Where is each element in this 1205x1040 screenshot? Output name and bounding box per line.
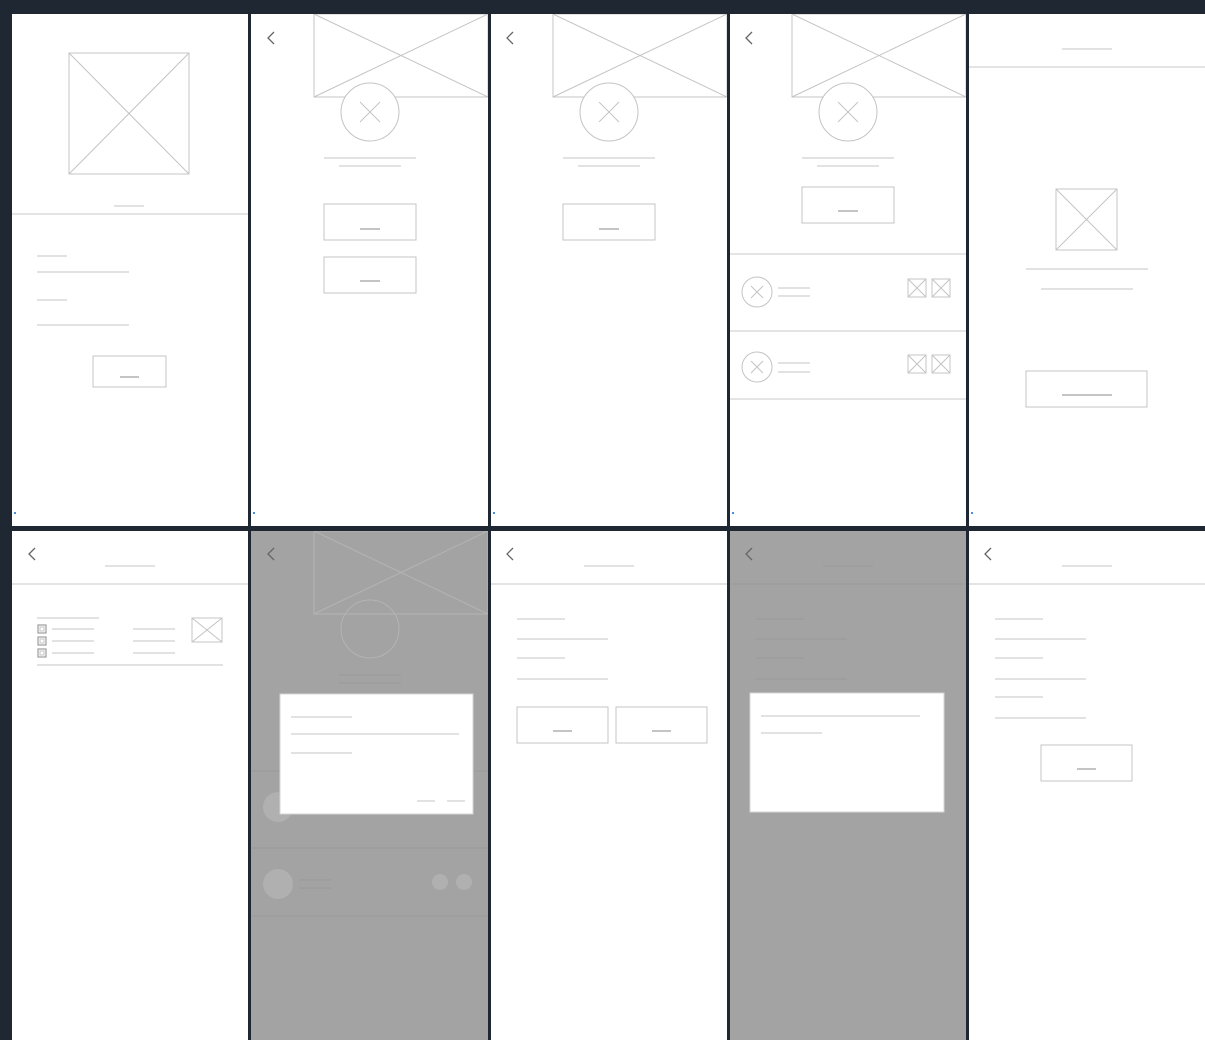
frame-checklist — [12, 531, 248, 1040]
dialog — [279, 693, 474, 815]
back-chevron-icon[interactable] — [267, 547, 275, 561]
list-item[interactable] — [741, 276, 951, 308]
image-placeholder-icon — [931, 278, 951, 298]
image-placeholder-icon — [1055, 188, 1118, 251]
primary-button[interactable] — [323, 203, 417, 241]
image-placeholder-icon — [907, 354, 927, 374]
secondary-button[interactable] — [323, 256, 417, 294]
dialog — [749, 692, 945, 813]
submit-button[interactable] — [615, 706, 708, 744]
back-chevron-icon[interactable] — [745, 547, 753, 561]
frame-welcome — [12, 14, 248, 526]
checkbox-icon[interactable] — [37, 648, 47, 658]
image-placeholder-icon — [68, 52, 190, 175]
checkbox-icon[interactable] — [37, 636, 47, 646]
primary-button[interactable] — [92, 355, 167, 388]
avatar-placeholder-icon — [818, 82, 878, 142]
back-chevron-icon[interactable] — [984, 547, 992, 561]
submit-button[interactable] — [1040, 744, 1133, 782]
primary-button[interactable] — [562, 203, 656, 241]
avatar-placeholder-icon — [741, 276, 773, 308]
avatar-placeholder-icon — [340, 599, 400, 659]
checkbox-icon[interactable] — [37, 624, 47, 634]
image-placeholder-icon — [313, 14, 488, 98]
back-chevron-icon[interactable] — [28, 547, 36, 561]
frame-form-dialog — [730, 531, 966, 1040]
back-chevron-icon[interactable] — [506, 547, 514, 561]
image-placeholder-icon — [907, 278, 927, 298]
frame-item-detail-two-actions — [251, 14, 488, 526]
image-placeholder-icon — [931, 354, 951, 374]
image-placeholder-icon — [552, 14, 727, 98]
image-placeholder-icon — [791, 14, 966, 98]
image-placeholder-icon — [313, 531, 488, 615]
image-placeholder-icon — [191, 617, 223, 643]
frame-item-detail-one-action — [491, 14, 727, 526]
avatar-placeholder-icon — [340, 82, 400, 142]
frame-item-detail-with-list — [730, 14, 966, 526]
back-chevron-icon[interactable] — [267, 31, 275, 45]
frame-form-two-buttons — [491, 531, 727, 1040]
primary-button[interactable] — [801, 186, 895, 224]
frame-confirmation — [969, 14, 1205, 526]
list-item[interactable] — [741, 351, 951, 383]
avatar-placeholder-icon — [741, 351, 773, 383]
frame-form-submit — [969, 531, 1205, 1040]
avatar-placeholder-icon — [579, 82, 639, 142]
frame-item-detail-dialog — [251, 531, 488, 1040]
list-item — [263, 869, 472, 899]
back-chevron-icon[interactable] — [506, 31, 514, 45]
cancel-button[interactable] — [516, 706, 609, 744]
back-chevron-icon[interactable] — [745, 31, 753, 45]
primary-button[interactable] — [1025, 370, 1148, 408]
